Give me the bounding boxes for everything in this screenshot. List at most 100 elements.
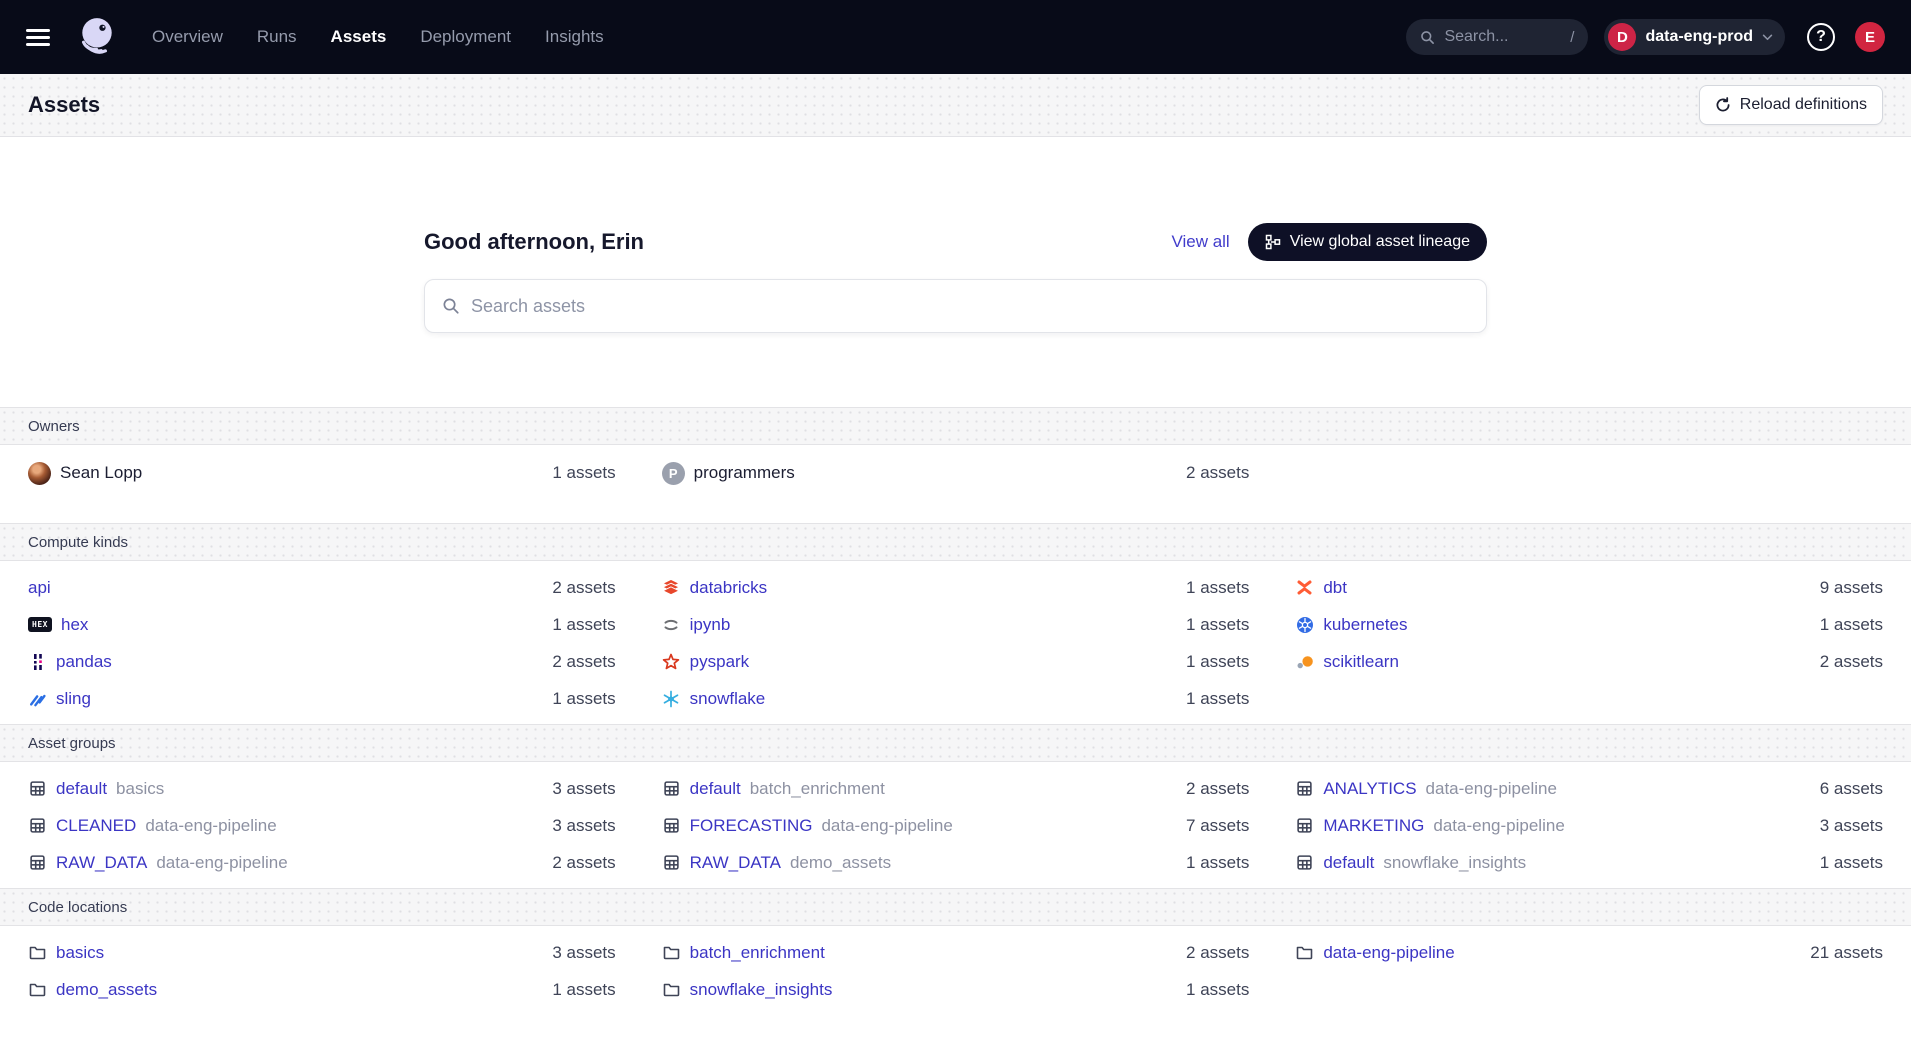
- nav-deployment[interactable]: Deployment: [420, 27, 511, 47]
- asset-count: 2 assets: [1186, 943, 1249, 963]
- compute-kind-link[interactable]: pyspark: [690, 652, 750, 672]
- asset-group-cell: MARKETING data-eng-pipeline 3 assets: [1295, 807, 1883, 844]
- asset-count: 2 assets: [552, 853, 615, 873]
- reload-definitions-button[interactable]: Reload definitions: [1699, 85, 1883, 125]
- asset-group-suffix: data-eng-pipeline: [145, 816, 276, 836]
- compute-kind-link[interactable]: hex: [61, 615, 88, 635]
- nav-assets[interactable]: Assets: [331, 27, 387, 47]
- folder-icon: [28, 943, 47, 962]
- hamburger-menu-icon[interactable]: [26, 29, 50, 46]
- asset-group-link[interactable]: RAW_DATA: [56, 853, 147, 873]
- asset-group-cell: RAW_DATA demo_assets 1 assets: [662, 844, 1250, 881]
- asset-group-link[interactable]: default: [56, 779, 107, 799]
- asset-group-link[interactable]: FORECASTING: [690, 816, 813, 836]
- kubernetes-icon: [1295, 615, 1314, 634]
- asset-count: 1 assets: [552, 980, 615, 1000]
- hex-icon: HEX: [28, 617, 52, 632]
- asset-group-link[interactable]: CLEANED: [56, 816, 136, 836]
- owners-section-header: Owners: [0, 407, 1911, 445]
- code-location-link[interactable]: batch_enrichment: [690, 943, 825, 963]
- asset-groups-section-header: Asset groups: [0, 724, 1911, 762]
- asset-count: 21 assets: [1810, 943, 1883, 963]
- view-all-link[interactable]: View all: [1171, 232, 1229, 252]
- compute-kind-link[interactable]: databricks: [690, 578, 767, 598]
- code-location-link[interactable]: snowflake_insights: [690, 980, 833, 1000]
- compute-kind-link[interactable]: kubernetes: [1323, 615, 1407, 635]
- asset-group-icon: [28, 853, 47, 872]
- folder-icon: [28, 980, 47, 999]
- asset-group-suffix: snowflake_insights: [1383, 853, 1526, 873]
- folder-icon: [662, 943, 681, 962]
- asset-group-cell: RAW_DATA data-eng-pipeline 2 assets: [28, 844, 616, 881]
- asset-count: 1 assets: [552, 463, 615, 483]
- owner-cell: P programmers 2 assets: [662, 451, 1250, 495]
- lineage-button-label: View global asset lineage: [1290, 233, 1470, 251]
- compute-kind-link[interactable]: snowflake: [690, 689, 766, 709]
- folder-icon: [1295, 943, 1314, 962]
- asset-count: 3 assets: [552, 943, 615, 963]
- compute-kind-link[interactable]: api: [28, 578, 51, 598]
- compute-kind-cell: api 2 assets: [28, 569, 616, 606]
- asset-count: 2 assets: [1820, 652, 1883, 672]
- compute-kinds-section-label: Compute kinds: [28, 534, 128, 551]
- compute-kind-cell: HEX hex 1 assets: [28, 606, 616, 643]
- dagster-logo[interactable]: [76, 16, 118, 58]
- compute-kind-cell: sling 1 assets: [28, 680, 616, 717]
- asset-group-link[interactable]: MARKETING: [1323, 816, 1424, 836]
- global-search[interactable]: /: [1406, 19, 1588, 55]
- asset-group-cell: ANALYTICS data-eng-pipeline 6 assets: [1295, 770, 1883, 807]
- code-location-link[interactable]: data-eng-pipeline: [1323, 943, 1454, 963]
- deployment-switcher[interactable]: D data-eng-prod: [1604, 19, 1785, 55]
- asset-group-link[interactable]: RAW_DATA: [690, 853, 781, 873]
- code-location-link[interactable]: basics: [56, 943, 104, 963]
- asset-count: 3 assets: [552, 779, 615, 799]
- owner-photo-avatar: [28, 462, 51, 485]
- asset-group-suffix: data-eng-pipeline: [821, 816, 952, 836]
- search-icon: [1420, 30, 1435, 45]
- top-nav: Overview Runs Assets Deployment Insights…: [0, 0, 1911, 74]
- view-global-asset-lineage-button[interactable]: View global asset lineage: [1248, 223, 1487, 261]
- code-location-link[interactable]: demo_assets: [56, 980, 157, 1000]
- code-locations-section-label: Code locations: [28, 899, 127, 916]
- asset-group-suffix: data-eng-pipeline: [156, 853, 287, 873]
- octopus-icon: [76, 16, 118, 58]
- asset-group-suffix: batch_enrichment: [750, 779, 885, 799]
- compute-kind-link[interactable]: pandas: [56, 652, 112, 672]
- owners-rows: Sean Lopp 1 assets P programmers 2 asset…: [0, 445, 1911, 523]
- asset-group-icon: [662, 779, 681, 798]
- help-icon[interactable]: ?: [1807, 23, 1835, 51]
- scikitlearn-icon: [1295, 652, 1314, 671]
- lineage-graph-icon: [1265, 234, 1281, 250]
- asset-search-box[interactable]: [424, 279, 1487, 333]
- asset-group-link[interactable]: ANALYTICS: [1323, 779, 1416, 799]
- owner-link[interactable]: programmers: [694, 463, 795, 483]
- asset-group-link[interactable]: default: [1323, 853, 1374, 873]
- asset-group-suffix: data-eng-pipeline: [1426, 779, 1557, 799]
- nav-insights[interactable]: Insights: [545, 27, 604, 47]
- owners-section-label: Owners: [28, 418, 80, 435]
- code-location-cell: basics 3 assets: [28, 934, 616, 971]
- compute-kind-link[interactable]: dbt: [1323, 578, 1347, 598]
- compute-kinds-section-header: Compute kinds: [0, 523, 1911, 561]
- global-search-input[interactable]: [1444, 28, 1561, 46]
- code-location-cell: snowflake_insights 1 assets: [662, 971, 1250, 1008]
- compute-kind-link[interactable]: scikitlearn: [1323, 652, 1399, 672]
- asset-group-cell: default basics 3 assets: [28, 770, 616, 807]
- user-avatar[interactable]: E: [1855, 22, 1885, 52]
- compute-kind-link[interactable]: sling: [56, 689, 91, 709]
- deployment-name: data-eng-prod: [1645, 28, 1753, 46]
- owner-link[interactable]: Sean Lopp: [60, 463, 142, 483]
- asset-group-link[interactable]: default: [690, 779, 741, 799]
- asset-group-cell: CLEANED data-eng-pipeline 3 assets: [28, 807, 616, 844]
- compute-kind-link[interactable]: ipynb: [690, 615, 731, 635]
- code-location-cell: data-eng-pipeline 21 assets: [1295, 934, 1883, 971]
- asset-count: 3 assets: [1820, 816, 1883, 836]
- nav-runs[interactable]: Runs: [257, 27, 297, 47]
- asset-search-input[interactable]: [471, 296, 1469, 317]
- assets-page: Overview Runs Assets Deployment Insights…: [0, 0, 1911, 1049]
- compute-kind-cell: dbt 9 assets: [1295, 569, 1883, 606]
- asset-group-suffix: data-eng-pipeline: [1433, 816, 1564, 836]
- nav-overview[interactable]: Overview: [152, 27, 223, 47]
- compute-kind-cell: databricks 1 assets: [662, 569, 1250, 606]
- snowflake-icon: [662, 689, 681, 708]
